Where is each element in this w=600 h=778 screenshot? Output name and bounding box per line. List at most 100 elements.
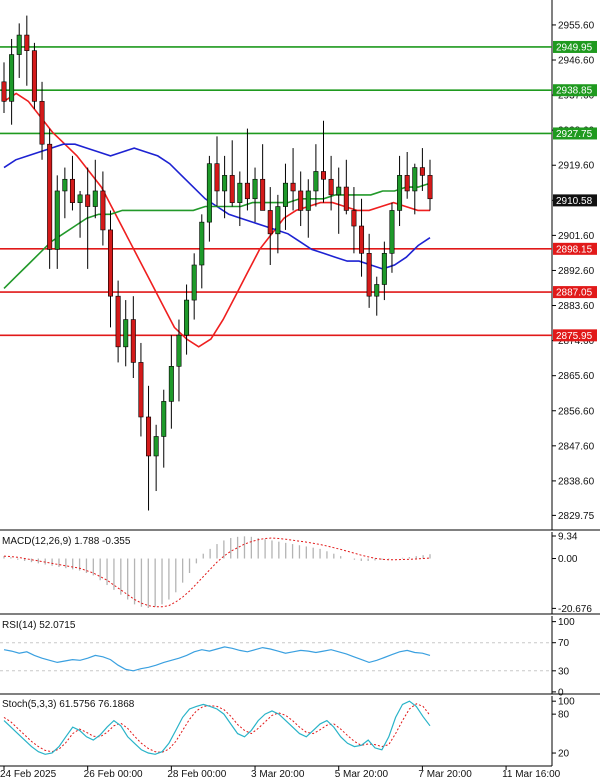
candle	[191, 253, 197, 320]
x-tick-label: 26 Feb 00:00	[84, 769, 143, 778]
y-tick-label: 2865.60	[558, 371, 595, 382]
candle-body-down	[404, 175, 410, 192]
candle-body-down	[244, 182, 250, 200]
candle-body-down	[85, 194, 91, 207]
candle	[313, 144, 319, 207]
candle	[47, 128, 53, 269]
candle-body-down	[39, 101, 45, 145]
candle	[374, 276, 380, 316]
candle	[69, 155, 75, 211]
candle	[222, 155, 228, 219]
candle	[62, 167, 68, 219]
candle	[199, 214, 205, 289]
candle-body-down	[31, 50, 37, 102]
y-tick-label: 2946.60	[558, 56, 595, 67]
y-tick-label: -20.676	[558, 604, 592, 615]
candle-body-up	[176, 334, 182, 367]
candle-body-up	[54, 190, 60, 250]
candle	[123, 300, 129, 367]
y-tick-label: 9.34	[558, 532, 578, 543]
y-tick-label: 2883.60	[558, 301, 595, 312]
candle	[77, 190, 83, 238]
candle-body-up	[412, 167, 418, 192]
candle-body-up	[199, 221, 205, 266]
candle-body-down	[115, 295, 121, 348]
support-level-label: 2875.95	[556, 331, 593, 342]
candle-body-up	[168, 366, 174, 402]
y-tick-label: 2847.60	[558, 441, 595, 452]
candle-body-down	[214, 163, 220, 192]
candle	[31, 42, 37, 110]
candle-body-down	[419, 167, 425, 176]
price-panel: 2955.602946.602937.602928.602919.602910.…	[0, 0, 600, 531]
candle-body-up	[77, 194, 83, 203]
candle	[282, 163, 288, 230]
candle	[92, 159, 98, 219]
candle	[130, 296, 136, 379]
y-tick-label: 20	[558, 749, 570, 760]
resistance-level-label: 2927.75	[556, 129, 593, 140]
candle-body-down	[320, 171, 326, 180]
candle	[252, 167, 258, 223]
candle	[54, 175, 60, 269]
candle	[389, 202, 395, 273]
support-level-label: 2898.15	[556, 244, 593, 255]
candle-body-up	[153, 436, 159, 457]
candle-body-up	[305, 190, 311, 211]
candle-body-down	[359, 225, 365, 254]
candle	[343, 159, 349, 215]
candle	[351, 187, 357, 254]
candle	[168, 335, 174, 429]
candle-body-down	[108, 229, 114, 297]
y-tick-label: 2892.60	[558, 266, 595, 277]
y-tick-label: 100	[558, 697, 575, 708]
x-tick-label: 5 Mar 20:00	[335, 769, 389, 778]
candle	[267, 187, 273, 265]
macd-title: MACD(12,26,9) 1.788 -0.355	[2, 536, 131, 547]
x-tick-label: 28 Feb 00:00	[167, 769, 226, 778]
candle-body-up	[397, 175, 403, 211]
candle-body-up	[336, 186, 342, 196]
candle-body-down	[146, 416, 152, 457]
x-tick-label: 11 Mar 16:00	[502, 769, 561, 778]
candle-body-down	[343, 186, 349, 211]
y-tick-label: 2901.60	[558, 231, 595, 242]
candle-body-down	[267, 210, 273, 235]
y-tick-label: 80	[558, 710, 570, 721]
y-tick-label: 0.00	[558, 554, 578, 565]
candle-body-down	[328, 178, 334, 196]
candle	[206, 155, 212, 242]
x-tick-label: 24 Feb 2025	[0, 769, 57, 778]
candle-body-down	[290, 182, 296, 192]
candle-body-down	[138, 362, 144, 418]
y-tick-label: 2955.60	[558, 20, 595, 31]
candle-body-up	[62, 178, 68, 192]
candle	[404, 151, 410, 199]
candle	[412, 163, 418, 215]
candle-body-up	[184, 299, 190, 336]
y-tick-label: 100	[558, 617, 575, 628]
candle	[366, 233, 372, 308]
x-axis: 24 Feb 2025 26 Feb 00:00 28 Feb 00:00 3 Mar…	[0, 765, 561, 778]
x-tick-label: 7 Mar 20:00	[418, 769, 472, 778]
y-tick-label: 70	[558, 638, 570, 649]
candle-body-down	[1, 81, 7, 102]
candle	[244, 128, 250, 211]
current-price-label: 2910.58	[556, 196, 593, 207]
candle	[305, 179, 311, 238]
candle-body-down	[366, 253, 372, 297]
resistance-level-label: 2938.85	[556, 86, 593, 97]
macd-panel: 9.34 0.00 -20.676 MACD(12,26,9) 1.788 -0.35…	[0, 532, 600, 615]
candle-body-up	[237, 182, 243, 203]
candle	[336, 167, 342, 234]
y-tick-label: 2856.60	[558, 406, 595, 417]
candle	[39, 81, 45, 160]
support-level-label: 2887.05	[556, 288, 593, 299]
candle	[161, 389, 167, 468]
candle-body-up	[381, 253, 387, 285]
candle-body-up	[161, 401, 167, 437]
stoch-d-line	[3, 703, 431, 753]
candle-body-up	[389, 210, 395, 254]
candle-body-down	[24, 34, 30, 51]
candle-body-up	[16, 34, 22, 55]
